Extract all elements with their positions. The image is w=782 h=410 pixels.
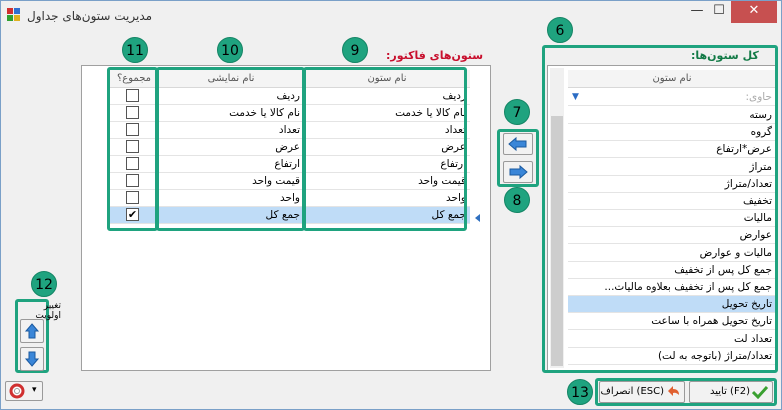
arrow-up-icon — [24, 323, 40, 339]
row-indicator-icon — [475, 214, 480, 222]
checkmark-icon — [752, 385, 768, 399]
highlight-all-columns — [542, 45, 778, 373]
add-column-button[interactable] — [503, 133, 533, 155]
cancel-button[interactable]: (ESC) انصراف — [599, 381, 685, 403]
window-title: مدیریت ستون‌های جداول — [27, 9, 153, 23]
undo-icon — [668, 386, 679, 396]
invoice-columns-label: ستون‌های فاکتور: — [386, 49, 484, 62]
dialog-window: مدیریت ستون‌های جداول — ☐ ✕ ستون‌های فاک… — [0, 0, 782, 410]
badge-7: 7 — [504, 99, 530, 125]
lifebuoy-icon — [9, 383, 25, 399]
app-icon — [7, 8, 21, 22]
move-up-button[interactable] — [20, 319, 44, 343]
move-down-button[interactable] — [20, 347, 44, 371]
badge-13: 13 — [567, 379, 593, 405]
priority-label: تغییر اولویت — [35, 301, 61, 321]
highlight-column-name — [303, 67, 467, 231]
arrow-left-icon — [508, 136, 527, 152]
highlight-sum — [107, 67, 158, 231]
highlight-display-name — [156, 67, 305, 231]
help-dropdown-button[interactable]: ▾ — [5, 381, 43, 401]
arrow-down-icon — [24, 351, 40, 367]
badge-12: 12 — [31, 271, 57, 297]
badge-11: 11 — [122, 37, 148, 63]
remove-column-button[interactable] — [503, 161, 533, 183]
title-bar: مدیریت ستون‌های جداول — ☐ ✕ — [1, 1, 781, 31]
confirm-label: (F2) تایید — [710, 386, 750, 397]
cancel-label: (ESC) انصراف — [600, 386, 664, 397]
badge-6: 6 — [547, 17, 573, 43]
confirm-button[interactable]: (F2) تایید — [689, 381, 773, 403]
badge-8: 8 — [504, 187, 530, 213]
arrow-right-icon — [509, 164, 528, 180]
chevron-down-icon: ▾ — [32, 385, 37, 395]
badge-9: 9 — [342, 37, 368, 63]
badge-10: 10 — [217, 37, 243, 63]
close-button[interactable]: ✕ — [731, 1, 777, 23]
